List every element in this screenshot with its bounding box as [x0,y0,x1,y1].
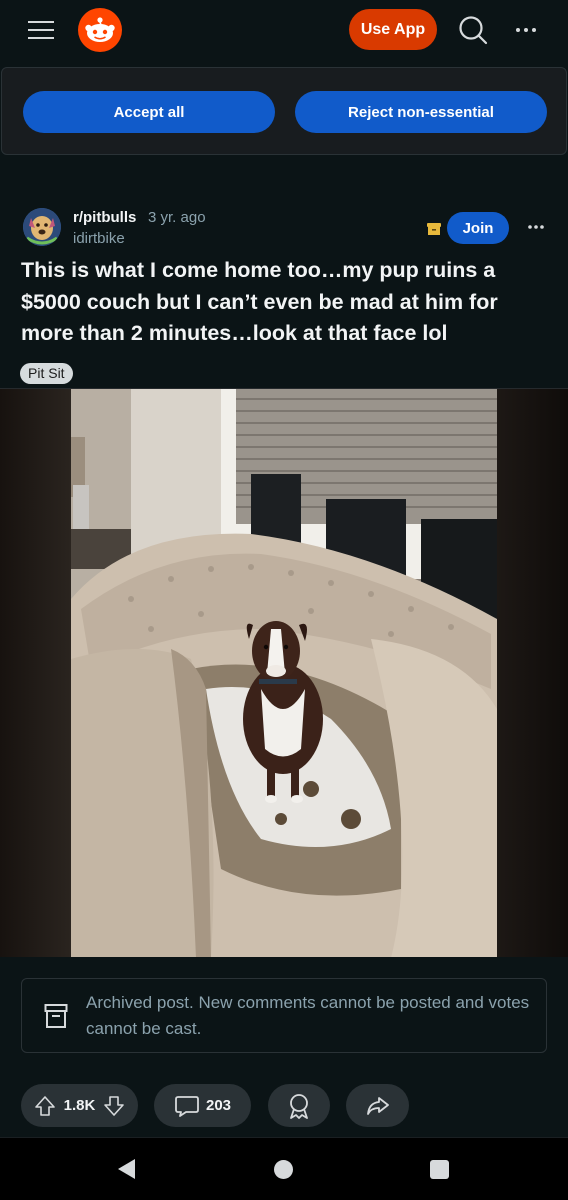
android-back-icon[interactable] [115,1157,137,1181]
post-time: 3 yr. ago [148,209,206,226]
media-blur-right [497,389,568,957]
vote-count: 1.8K [63,1097,96,1114]
accept-all-button[interactable]: Accept all [23,91,275,133]
android-navigation-bar [0,1137,568,1200]
post-header: r/pitbulls 3 yr. ago idirtbike Join [0,200,568,260]
comments-button[interactable]: 203 [154,1084,251,1127]
post-media[interactable] [0,388,568,957]
reddit-logo-icon[interactable] [78,8,122,52]
archived-notice-text: Archived post. New comments cannot be po… [86,993,530,1038]
archived-post-notice: Archived post. New comments cannot be po… [21,978,547,1053]
media-blur-left [0,389,71,957]
award-button[interactable] [268,1084,330,1127]
android-recent-apps-icon[interactable] [430,1160,449,1179]
archive-box-icon [426,221,442,237]
subreddit-avatar[interactable] [23,208,61,246]
hamburger-menu-icon[interactable] [28,18,54,42]
dog-on-couch-photo[interactable] [71,389,497,957]
reject-non-essential-button[interactable]: Reject non-essential [295,91,547,133]
archive-box-icon [44,1003,68,1029]
upvote-arrow-icon[interactable] [34,1095,56,1117]
top-bar: Use App [0,0,568,62]
post-actions-bar: 1.8K 203 [0,1084,568,1128]
award-icon [290,1093,308,1119]
post-author[interactable]: idirtbike [73,230,125,247]
downvote-arrow-icon[interactable] [103,1095,125,1117]
use-app-button[interactable]: Use App [349,9,437,50]
post-title[interactable]: This is what I come home too…my pup ruin… [21,255,551,350]
share-button[interactable] [346,1084,409,1127]
cookie-consent-banner: Accept all Reject non-essential [1,67,567,155]
post-more-options-icon[interactable] [523,214,549,240]
subreddit-name[interactable]: r/pitbulls [73,209,136,226]
vote-control: 1.8K [21,1084,138,1127]
search-icon[interactable] [456,13,490,47]
post-flair[interactable]: Pit Sit [20,363,73,384]
share-arrow-icon [366,1096,389,1115]
join-button[interactable]: Join [447,212,509,244]
more-options-icon[interactable] [510,16,542,44]
comment-bubble-icon [175,1095,199,1117]
android-home-icon[interactable] [274,1160,293,1179]
comment-count: 203 [205,1097,232,1114]
